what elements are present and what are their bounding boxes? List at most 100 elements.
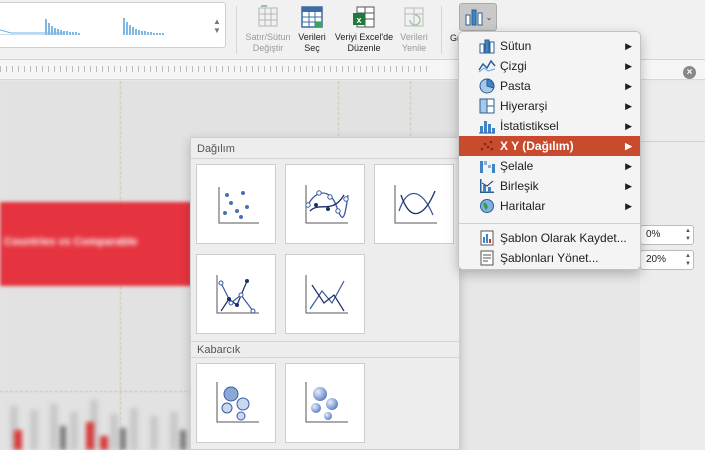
percent-spinner[interactable]: 0% ▲ ▼ bbox=[640, 225, 694, 245]
scatter-markers-only-option[interactable] bbox=[196, 164, 276, 244]
hierarchy-chart-icon bbox=[479, 98, 495, 114]
submenu-arrow-icon: ▶ bbox=[625, 141, 632, 151]
edit-data-in-excel-label: Veriyi Excel'de Düzenle bbox=[334, 32, 394, 53]
switch-row-column-label: Satır/Sütun Değiştir bbox=[245, 32, 291, 53]
submenu-arrow-icon: ▶ bbox=[625, 161, 632, 171]
waterfall-chart-icon bbox=[480, 161, 495, 173]
map-chart-icon bbox=[480, 199, 494, 213]
bubble-chart-icon bbox=[216, 382, 259, 423]
bubble-3d-option[interactable] bbox=[285, 363, 365, 443]
menu-separator bbox=[459, 223, 640, 224]
ribbon-separator bbox=[236, 6, 237, 54]
column-chart-icon bbox=[479, 39, 495, 54]
save-template-icon bbox=[480, 230, 494, 246]
refresh-data-label: Verileri Yenile bbox=[400, 32, 428, 53]
chevron-down-icon: ⌄ bbox=[485, 12, 493, 22]
bubble-section-title: Kabarcık bbox=[197, 344, 241, 356]
scatter-straight-lines-option[interactable] bbox=[285, 254, 365, 334]
bubble-3d-chart-icon bbox=[305, 382, 348, 423]
scatter-smooth-markers-option[interactable] bbox=[285, 164, 365, 244]
scatter-straight-lines-icon bbox=[305, 275, 348, 314]
spinner-value: 0% bbox=[646, 229, 661, 240]
bubble-option[interactable] bbox=[196, 363, 276, 443]
svg-text:x: x bbox=[356, 15, 361, 25]
menu-item-label: Çizgi bbox=[500, 59, 527, 73]
menu-item-maps[interactable]: Haritalar ▶ bbox=[459, 196, 640, 216]
menu-item-label: Sütun bbox=[500, 39, 532, 53]
statistical-chart-icon bbox=[479, 121, 495, 134]
section-divider bbox=[191, 158, 459, 159]
percent-spinner[interactable]: 20% ▲ ▼ bbox=[640, 250, 694, 270]
excel-icon: x bbox=[353, 6, 375, 28]
submenu-arrow-icon: ▶ bbox=[625, 101, 632, 111]
chart-subtype-gallery: Dağılım Kabarcık bbox=[190, 137, 460, 450]
select-data-button[interactable]: Verileri Seç bbox=[294, 4, 330, 56]
menu-item-label: Şablon Olarak Kaydet... bbox=[500, 231, 627, 245]
submenu-arrow-icon: ▶ bbox=[625, 81, 632, 91]
manage-templates-icon bbox=[480, 250, 494, 266]
banner-text: Countries vs Comparable bbox=[4, 236, 138, 248]
scatter-section-title: Dağılım bbox=[197, 143, 235, 155]
menu-item-statistical[interactable]: İstatistiksel ▶ bbox=[459, 116, 640, 136]
menu-item-label: Şelale bbox=[500, 159, 534, 173]
edit-data-in-excel-button[interactable]: x Veriyi Excel'de Düzenle bbox=[334, 4, 394, 56]
menu-item-label: Hiyerarşi bbox=[500, 99, 548, 113]
menu-item-label: Pasta bbox=[500, 79, 531, 93]
menu-item-label: Birleşik bbox=[500, 179, 539, 193]
menu-item-waterfall[interactable]: Şelale ▶ bbox=[459, 156, 640, 176]
scatter-straight-markers-icon bbox=[216, 275, 259, 314]
menu-item-combo[interactable]: Birleşik ▶ bbox=[459, 176, 640, 196]
submenu-arrow-icon: ▶ bbox=[625, 61, 632, 71]
menu-item-save-as-template[interactable]: Şablon Olarak Kaydet... bbox=[459, 228, 640, 248]
change-chart-type-button[interactable]: ⌄ bbox=[459, 3, 497, 31]
spinner-arrows-icon[interactable]: ▲ ▼ bbox=[685, 227, 691, 243]
refresh-data-icon bbox=[404, 7, 424, 27]
smart-guide bbox=[410, 81, 411, 141]
close-icon[interactable]: × bbox=[683, 66, 696, 79]
menu-item-column[interactable]: Sütun ▶ bbox=[459, 36, 640, 56]
menu-item-label: Haritalar bbox=[500, 199, 546, 213]
submenu-arrow-icon: ▶ bbox=[625, 181, 632, 191]
pane-divider bbox=[640, 141, 705, 142]
chart-preview[interactable] bbox=[0, 386, 192, 450]
combo-chart-icon bbox=[480, 179, 494, 193]
select-data-icon bbox=[301, 6, 323, 28]
refresh-data-button[interactable]: Verileri Yenile bbox=[396, 4, 432, 56]
pie-chart-icon bbox=[479, 78, 495, 94]
scatter-smooth-lines-option[interactable] bbox=[374, 164, 454, 244]
menu-item-line[interactable]: Çizgi ▶ bbox=[459, 56, 640, 76]
chart-style-thumbnail[interactable] bbox=[121, 9, 187, 37]
ruler-ticks bbox=[0, 66, 430, 72]
menu-item-label: Şablonları Yönet... bbox=[500, 251, 599, 265]
menu-item-manage-templates[interactable]: Şablonları Yönet... bbox=[459, 248, 640, 268]
line-chart-icon bbox=[478, 59, 496, 73]
column-chart-icon bbox=[465, 9, 483, 26]
spinner-arrows-icon[interactable]: ▲ ▼ bbox=[685, 252, 691, 268]
chart-style-thumbnail[interactable] bbox=[43, 9, 109, 37]
scatter-chart-icon bbox=[480, 140, 494, 151]
switch-row-column-button[interactable]: Satır/Sütun Değiştir bbox=[245, 4, 291, 56]
scatter-smooth-lines-icon bbox=[394, 185, 437, 224]
menu-item-label: İstatistiksel bbox=[500, 119, 559, 133]
menu-item-label: X Y (Dağılım) bbox=[500, 139, 574, 153]
submenu-arrow-icon: ▶ bbox=[625, 121, 632, 131]
title-banner[interactable]: Countries vs Comparable bbox=[0, 202, 192, 286]
submenu-arrow-icon: ▶ bbox=[625, 41, 632, 51]
ribbon-separator bbox=[441, 6, 442, 54]
spinner-value: 20% bbox=[646, 254, 667, 265]
gallery-more-icon[interactable]: ▲ ▼ bbox=[209, 3, 225, 47]
chart-type-menu: Sütun ▶ Çizgi ▶ Pasta ▶ Hiyerarşi ▶ İsta… bbox=[458, 31, 641, 270]
menu-item-xy-scatter[interactable]: X Y (Dağılım) ▶ bbox=[459, 136, 640, 156]
smart-guide bbox=[338, 81, 339, 141]
scatter-straight-markers-option[interactable] bbox=[196, 254, 276, 334]
chart-style-gallery[interactable]: ▲ ▼ bbox=[0, 2, 226, 48]
menu-item-pie[interactable]: Pasta ▶ bbox=[459, 76, 640, 96]
scatter-markers-icon bbox=[218, 187, 259, 224]
menu-item-hierarchy[interactable]: Hiyerarşi ▶ bbox=[459, 96, 640, 116]
switch-row-column-icon bbox=[258, 5, 278, 27]
section-divider bbox=[191, 357, 459, 358]
submenu-arrow-icon: ▶ bbox=[625, 201, 632, 211]
scatter-smooth-markers-icon bbox=[305, 185, 349, 224]
select-data-label: Verileri Seç bbox=[298, 32, 326, 53]
section-divider bbox=[191, 341, 459, 342]
